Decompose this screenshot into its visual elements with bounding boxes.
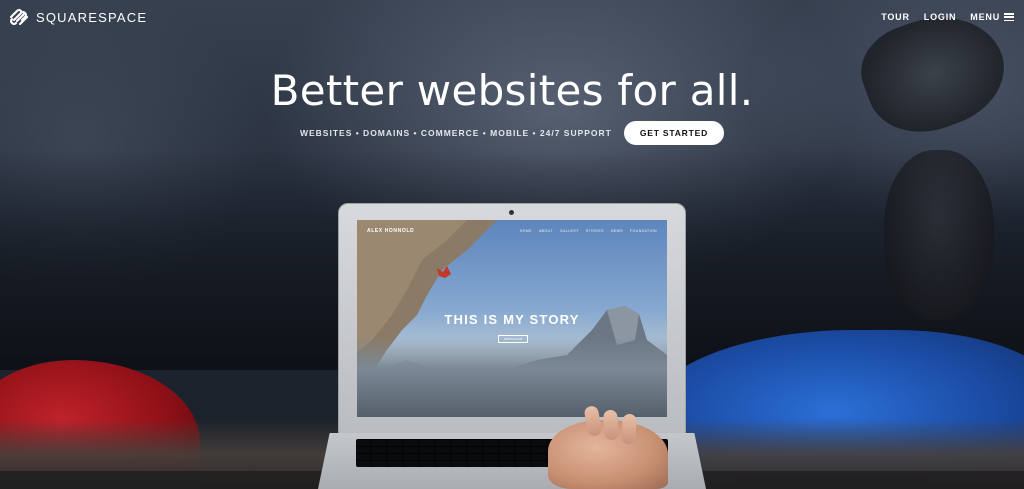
nav-login-link[interactable]: LOGIN	[924, 12, 957, 22]
screen-valley	[357, 337, 667, 417]
hand-finger	[620, 413, 638, 445]
screen-nav: HOME ABOUT GALLERY STORIES NEWS FOUNDATI…	[520, 229, 657, 233]
features-list: WEBSITES • DOMAINS • COMMERCE • MOBILE •…	[299, 128, 612, 138]
laptop-webcam	[509, 210, 514, 215]
hand-finger	[602, 409, 620, 441]
brand-name: SQUARESPACE	[36, 9, 148, 25]
main-nav: TOUR LOGIN MENU	[881, 12, 1014, 22]
squarespace-logo-icon	[9, 8, 29, 26]
screen-nav-item: HOME	[519, 229, 532, 233]
hand-on-keyboard	[548, 405, 668, 489]
screen-nav-item: FOUNDATION	[630, 229, 657, 233]
nav-tour-link[interactable]: TOUR	[881, 12, 910, 22]
screen-watch-button: WATCH FILM	[498, 335, 528, 343]
get-started-button[interactable]: GET STARTED	[623, 121, 725, 145]
site-header: SQUARESPACE TOUR LOGIN MENU	[0, 0, 1024, 34]
hero-headline: Better websites for all.	[270, 66, 754, 115]
hamburger-icon	[1004, 13, 1014, 21]
screen-nav-item: STORIES	[585, 229, 604, 233]
screen-site-name: ALEX HONNOLD	[367, 228, 415, 234]
nav-menu-button[interactable]: MENU	[970, 12, 1014, 22]
laptop-screen-website-preview: ALEX HONNOLD HOME ABOUT GALLERY STORIES …	[357, 220, 667, 417]
background-climbing-shoe-lower	[884, 150, 994, 320]
screen-nav-item: GALLERY	[560, 229, 579, 233]
screen-headline: THIS IS MY STORY	[444, 312, 580, 327]
brand-logo-link[interactable]: SQUARESPACE	[8, 8, 147, 26]
screen-nav-item: NEWS	[611, 229, 624, 233]
nav-menu-label: MENU	[970, 12, 1000, 22]
screen-nav-item: ABOUT	[538, 229, 553, 233]
laptop-display: ALEX HONNOLD HOME ABOUT GALLERY STORIES …	[338, 203, 686, 435]
hero-subline: WEBSITES • DOMAINS • COMMERCE • MOBILE •…	[0, 121, 1024, 145]
